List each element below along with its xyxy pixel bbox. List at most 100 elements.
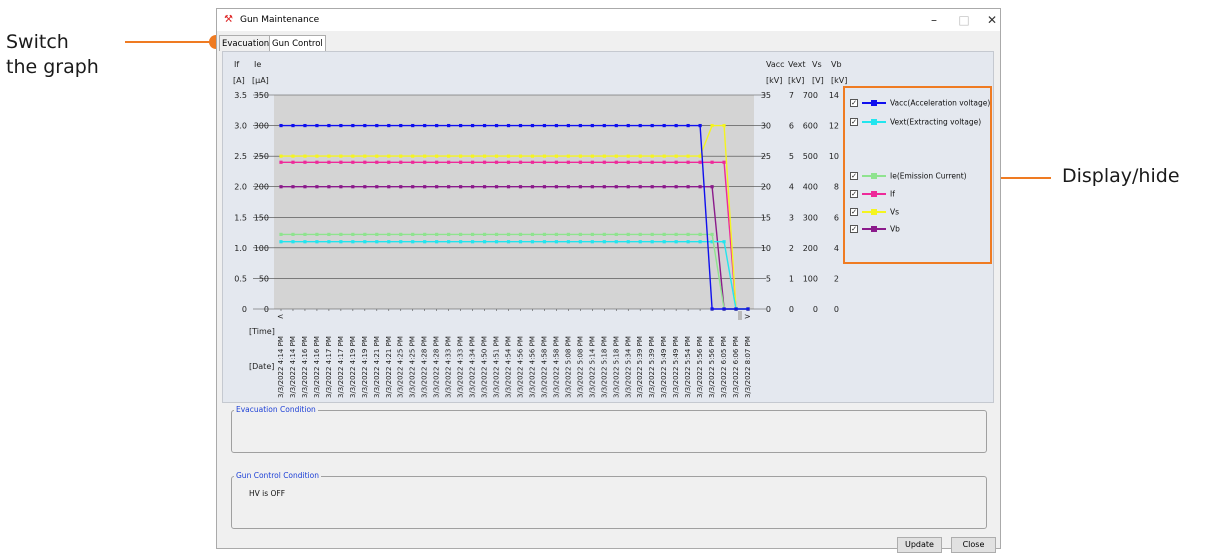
- data-point: [650, 154, 654, 158]
- data-point: [614, 160, 618, 164]
- legend-checkbox[interactable]: ✓: [850, 118, 858, 126]
- data-point: [482, 185, 487, 189]
- data-point: [411, 185, 415, 189]
- data-point: [518, 154, 523, 158]
- x-tick-label: 3/3/2022 5:39 PM: [648, 336, 656, 398]
- x-tick-label: 3/3/2022 4:14 PM: [289, 336, 297, 398]
- data-point: [518, 123, 523, 128]
- x-tick-label: 3/3/2022 4:28 PM: [433, 336, 441, 398]
- maximize-button[interactable]: □: [954, 12, 974, 28]
- x-tick-label: 3/3/2022 4:51 PM: [493, 336, 501, 398]
- vs-tick-label: 0: [813, 305, 818, 314]
- data-point: [530, 160, 535, 164]
- legend-checkbox[interactable]: ✓: [850, 208, 858, 216]
- data-point: [662, 240, 666, 244]
- legend-checkbox[interactable]: ✓: [850, 190, 858, 198]
- data-point: [351, 240, 355, 244]
- legend-item[interactable]: ✓ Vext(Extracting voltage): [850, 117, 981, 129]
- x-tick-label: 3/3/2022 5:39 PM: [636, 336, 644, 398]
- x-tick-label: 3/3/2022 4:19 PM: [349, 336, 357, 398]
- data-point: [578, 123, 582, 128]
- data-point: [566, 240, 570, 244]
- data-point: [566, 160, 570, 164]
- vacc-tick-label: 30: [761, 122, 771, 131]
- data-point: [518, 232, 523, 237]
- data-point: [722, 123, 726, 128]
- data-point: [602, 232, 606, 237]
- annotation-display-hide: Display/hide: [1062, 165, 1180, 187]
- data-point: [650, 185, 654, 189]
- close-window-button[interactable]: ✕: [982, 12, 1002, 28]
- data-point: [470, 154, 475, 158]
- legend-item[interactable]: ✓ Vacc(Acceleration voltage): [850, 98, 990, 110]
- data-point: [482, 154, 487, 158]
- data-point: [387, 240, 391, 244]
- minimize-button[interactable]: –: [924, 12, 944, 28]
- data-point: [387, 232, 391, 237]
- data-point: [566, 185, 570, 189]
- data-point: [494, 240, 499, 244]
- data-point: [614, 154, 618, 158]
- data-point: [447, 185, 451, 189]
- tab-evacuation[interactable]: Evacuation: [219, 35, 273, 51]
- data-point: [435, 232, 439, 237]
- data-point: [686, 185, 690, 189]
- data-point: [327, 123, 331, 128]
- tab-gun-control[interactable]: Gun Control: [269, 35, 326, 52]
- data-point: [315, 240, 319, 244]
- data-point: [686, 232, 690, 237]
- close-button[interactable]: Close: [951, 537, 996, 553]
- data-point: [542, 160, 547, 164]
- x-tick-label: 3/3/2022 4:16 PM: [313, 336, 321, 398]
- data-point: [351, 160, 355, 164]
- right-axis-unit: [kV]: [831, 76, 847, 85]
- legend-swatch: [862, 173, 886, 179]
- data-point: [554, 185, 559, 189]
- vb-tick-label: 10: [829, 152, 839, 161]
- data-point: [363, 160, 367, 164]
- vs-tick-label: 600: [803, 122, 818, 131]
- ie-tick-label: 100: [254, 244, 269, 253]
- data-point: [303, 154, 307, 158]
- data-point: [339, 185, 343, 189]
- data-point: [291, 123, 295, 128]
- data-point: [650, 160, 654, 164]
- legend-checkbox[interactable]: ✓: [850, 99, 858, 107]
- data-point: [387, 160, 391, 164]
- data-point: [602, 185, 606, 189]
- plot-area: [274, 95, 754, 309]
- legend-label: Vb: [890, 224, 900, 234]
- vext-tick-label: 4: [789, 183, 794, 192]
- data-point: [435, 160, 439, 164]
- data-point: [482, 240, 487, 244]
- update-button[interactable]: Update: [897, 537, 942, 553]
- right-axis-header: Vs: [812, 60, 822, 69]
- data-point: [698, 240, 702, 244]
- data-point: [638, 240, 642, 244]
- data-point: [506, 232, 511, 237]
- x-tick-label: 3/3/2022 4:17 PM: [325, 336, 333, 398]
- legend-item[interactable]: ✓ Vs: [850, 207, 899, 219]
- gun-control-condition-text: HV is OFF: [249, 489, 286, 498]
- vb-tick-label: 14: [829, 91, 839, 100]
- legend-checkbox[interactable]: ✓: [850, 172, 858, 180]
- data-point: [482, 160, 487, 164]
- x-tick-label: 3/3/2022 4:56 PM: [516, 336, 524, 398]
- legend-item[interactable]: ✓ Vb: [850, 224, 900, 236]
- left-axis-unit: [A]: [233, 76, 245, 85]
- x-tick-label: 3/3/2022 4:33 PM: [445, 336, 453, 398]
- legend-item[interactable]: ✓ Ie(Emission Current): [850, 171, 967, 183]
- data-point: [590, 232, 594, 237]
- data-point: [482, 123, 487, 128]
- legend-label: Vacc(Acceleration voltage): [890, 98, 991, 108]
- data-point: [650, 240, 654, 244]
- right-axis-unit: [kV]: [788, 76, 804, 85]
- legend-swatch: [862, 209, 886, 215]
- data-point: [626, 123, 630, 128]
- data-point: [470, 160, 475, 164]
- vacc-tick-label: 10: [761, 244, 771, 253]
- x-tick-label: 3/3/2022 5:49 PM: [660, 336, 668, 398]
- legend-item[interactable]: ✓ If: [850, 189, 895, 201]
- legend-checkbox[interactable]: ✓: [850, 225, 858, 233]
- data-point: [506, 185, 511, 189]
